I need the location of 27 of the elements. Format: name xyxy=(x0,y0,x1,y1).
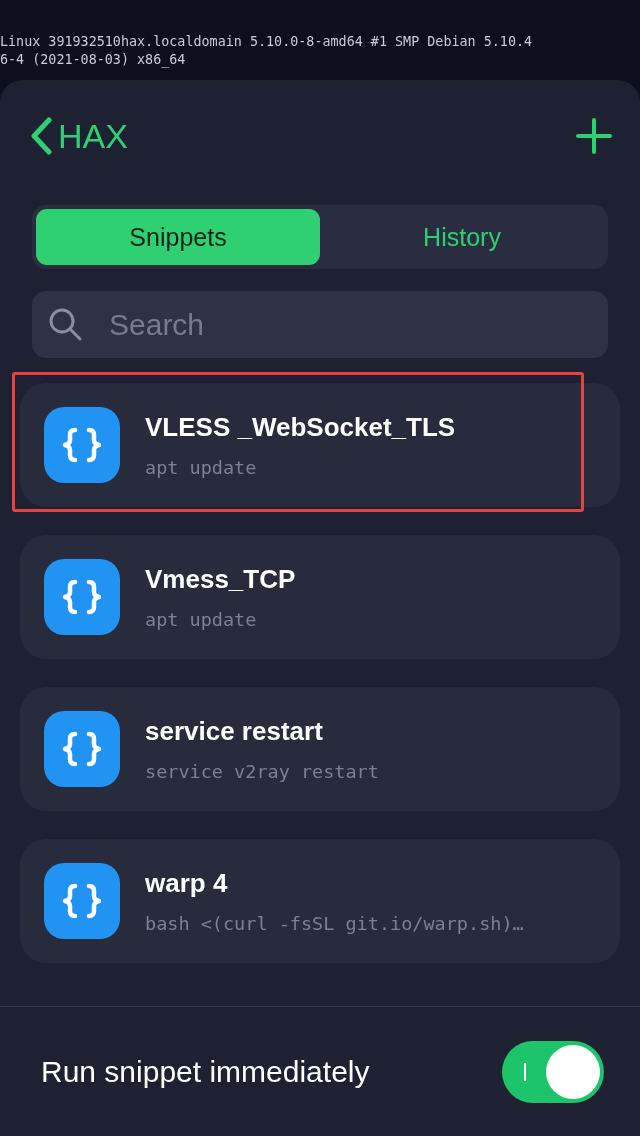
back-button[interactable]: HAX xyxy=(30,116,128,156)
snippet-title: warp 4 xyxy=(145,868,229,899)
tab[interactable]: Snippets xyxy=(36,209,320,265)
tab[interactable]: History xyxy=(320,209,604,265)
terminal-line: 6-4 (2021-08-03) x86_64 xyxy=(0,51,187,69)
search-icon xyxy=(48,307,82,341)
code-braces-icon xyxy=(62,427,102,463)
snippet-command: apt update xyxy=(145,609,258,630)
chevron-left-icon xyxy=(30,117,52,155)
terminal-line: Linux 391932510hax.localdomain 5.10.0-8-amd64 #1 SMP Debian 5.10.4 xyxy=(0,33,534,51)
snippet-card[interactable]: warp 4 bash <(curl -fsSL git.io/warp.sh)… xyxy=(20,839,620,963)
snippet-card[interactable]: Vmess_TCP apt update xyxy=(20,535,620,659)
snippet-card[interactable]: VLESS _WebSocket_TLS apt update xyxy=(20,383,620,507)
search-field[interactable]: Search xyxy=(32,291,608,358)
snippet-command: service v2ray restart xyxy=(145,761,379,782)
code-braces-icon xyxy=(62,731,102,767)
snippet-command: bash <(curl -fsSL git.io/warp.sh)… xyxy=(145,913,524,934)
setting-label: Run snippet immediately xyxy=(41,1054,370,1089)
snippet-title: VLESS _WebSocket_TLS xyxy=(145,412,456,443)
snippet-card[interactable]: service restart service v2ray restart xyxy=(20,687,620,811)
add-button[interactable] xyxy=(576,118,612,154)
plus-icon xyxy=(576,118,612,154)
snippet-title: Vmess_TCP xyxy=(145,564,296,595)
code-braces-icon xyxy=(62,579,102,615)
code-braces-icon xyxy=(62,883,102,919)
snippet-command: apt update xyxy=(145,457,258,478)
snippet-title: service restart xyxy=(145,716,324,747)
